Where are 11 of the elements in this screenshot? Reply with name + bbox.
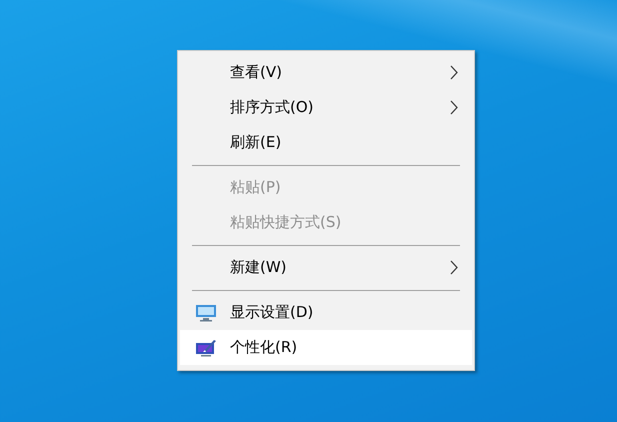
menu-item[interactable]: 新建(W): [180, 250, 472, 285]
menu-item[interactable]: 刷新(E): [180, 125, 472, 160]
chevron-right-icon: [450, 100, 458, 115]
chevron-right-icon: [450, 260, 458, 275]
menu-item[interactable]: 排序方式(O): [180, 90, 472, 125]
menu-item[interactable]: 查看(V): [180, 55, 472, 90]
menu-item[interactable]: 显示设置(D): [180, 295, 472, 330]
personalize-icon: [195, 338, 217, 356]
monitor-icon: [195, 304, 217, 322]
chevron-right-icon: [450, 65, 458, 80]
menu-item[interactable]: 个性化(R): [180, 330, 472, 365]
